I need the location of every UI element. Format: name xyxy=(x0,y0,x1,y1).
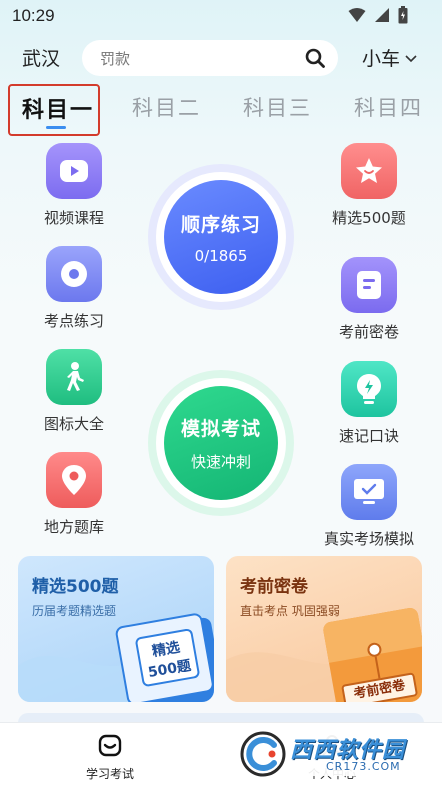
top-bar: 武汉 罚款 小车 xyxy=(0,38,442,78)
feature-video-course[interactable]: 视频课程 xyxy=(19,143,129,228)
feature-selected-500[interactable]: 精选500题 xyxy=(314,143,424,228)
nav-label: 学习考试 xyxy=(85,767,134,781)
tab-subject-3[interactable]: 科目三 xyxy=(243,92,312,122)
study-icon xyxy=(98,734,122,757)
play-icon xyxy=(46,143,102,199)
card-subtitle: 直击考点 巩固强弱 xyxy=(240,604,340,618)
mock-exam-button[interactable]: 模拟考试 快速冲刺 xyxy=(164,386,278,500)
feature-sign-encyclopedia[interactable]: 图标大全 xyxy=(19,349,129,434)
chevron-down-icon xyxy=(405,54,417,62)
selected-500-card[interactable]: 精选500题 历届考题精选题 精选 500题 xyxy=(18,556,214,702)
feature-label: 速记口诀 xyxy=(338,427,399,445)
feature-real-exam-simulation[interactable]: 真实考场模拟 xyxy=(314,464,424,549)
star-icon xyxy=(341,143,397,199)
status-time: 10:29 xyxy=(12,6,55,25)
card-title: 精选500题 xyxy=(32,577,119,597)
nav-study-exam[interactable]: 学习考试 xyxy=(60,733,160,782)
mock-exam-title: 模拟考试 xyxy=(180,418,261,440)
status-icons xyxy=(348,6,408,24)
pre-exam-paper-card[interactable]: 考前密卷 直击考点 巩固强弱 考前密卷 xyxy=(226,556,422,702)
feature-label: 视频课程 xyxy=(43,209,104,227)
feature-label: 真实考场模拟 xyxy=(323,530,414,548)
tab-subject-4[interactable]: 科目四 xyxy=(354,92,423,122)
document-icon xyxy=(341,257,397,313)
tab-subject-2[interactable]: 科目二 xyxy=(132,92,201,122)
feature-label: 图标大全 xyxy=(43,415,104,433)
envelope-icon: 考前密卷 xyxy=(322,606,422,702)
tab-active-indicator xyxy=(46,126,66,129)
search-placeholder: 罚款 xyxy=(100,50,131,68)
card-title: 考前密卷 xyxy=(240,577,308,597)
vehicle-label: 小车 xyxy=(362,48,401,70)
card-subtitle: 历届考题精选题 xyxy=(32,604,117,618)
search-input[interactable]: 罚款 xyxy=(82,40,338,76)
feature-label: 地方题库 xyxy=(43,518,104,536)
feature-local-question-bank[interactable]: 地方题库 xyxy=(19,452,129,537)
feature-label: 考前密卷 xyxy=(338,323,399,341)
mock-exam-subtitle: 快速冲刺 xyxy=(190,453,251,471)
search-icon[interactable] xyxy=(304,47,326,69)
target-icon xyxy=(46,246,102,302)
watermark: 西西软件园 CR173.COM xyxy=(240,730,426,778)
city-selector[interactable]: 武汉 xyxy=(22,44,60,71)
feature-pre-exam-paper[interactable]: 考前密卷 xyxy=(314,257,424,342)
vehicle-selector[interactable]: 小车 xyxy=(362,44,418,71)
feature-memory-tips[interactable]: 速记口诀 xyxy=(314,361,424,446)
walking-person-icon xyxy=(46,349,102,405)
question-book-icon: 精选 500题 xyxy=(114,610,214,702)
lightbulb-icon xyxy=(341,361,397,417)
sequential-practice-button[interactable]: 顺序练习 0/1865 xyxy=(164,180,278,294)
feature-key-point-practice[interactable]: 考点练习 xyxy=(19,246,129,331)
wifi-icon xyxy=(348,8,366,22)
feature-label: 精选500题 xyxy=(332,209,406,227)
watermark-url-text: CR173.COM xyxy=(326,760,401,773)
status-bar: 10:29 xyxy=(0,0,442,32)
sequential-practice-progress: 0/1865 xyxy=(194,246,248,265)
monitor-icon xyxy=(341,464,397,520)
location-pin-icon xyxy=(46,452,102,508)
sequential-practice-title: 顺序练习 xyxy=(180,213,261,236)
signal-icon xyxy=(375,8,389,22)
feature-label: 考点练习 xyxy=(43,312,104,330)
battery-icon xyxy=(398,6,408,24)
watermark-c-logo-icon xyxy=(240,731,286,777)
